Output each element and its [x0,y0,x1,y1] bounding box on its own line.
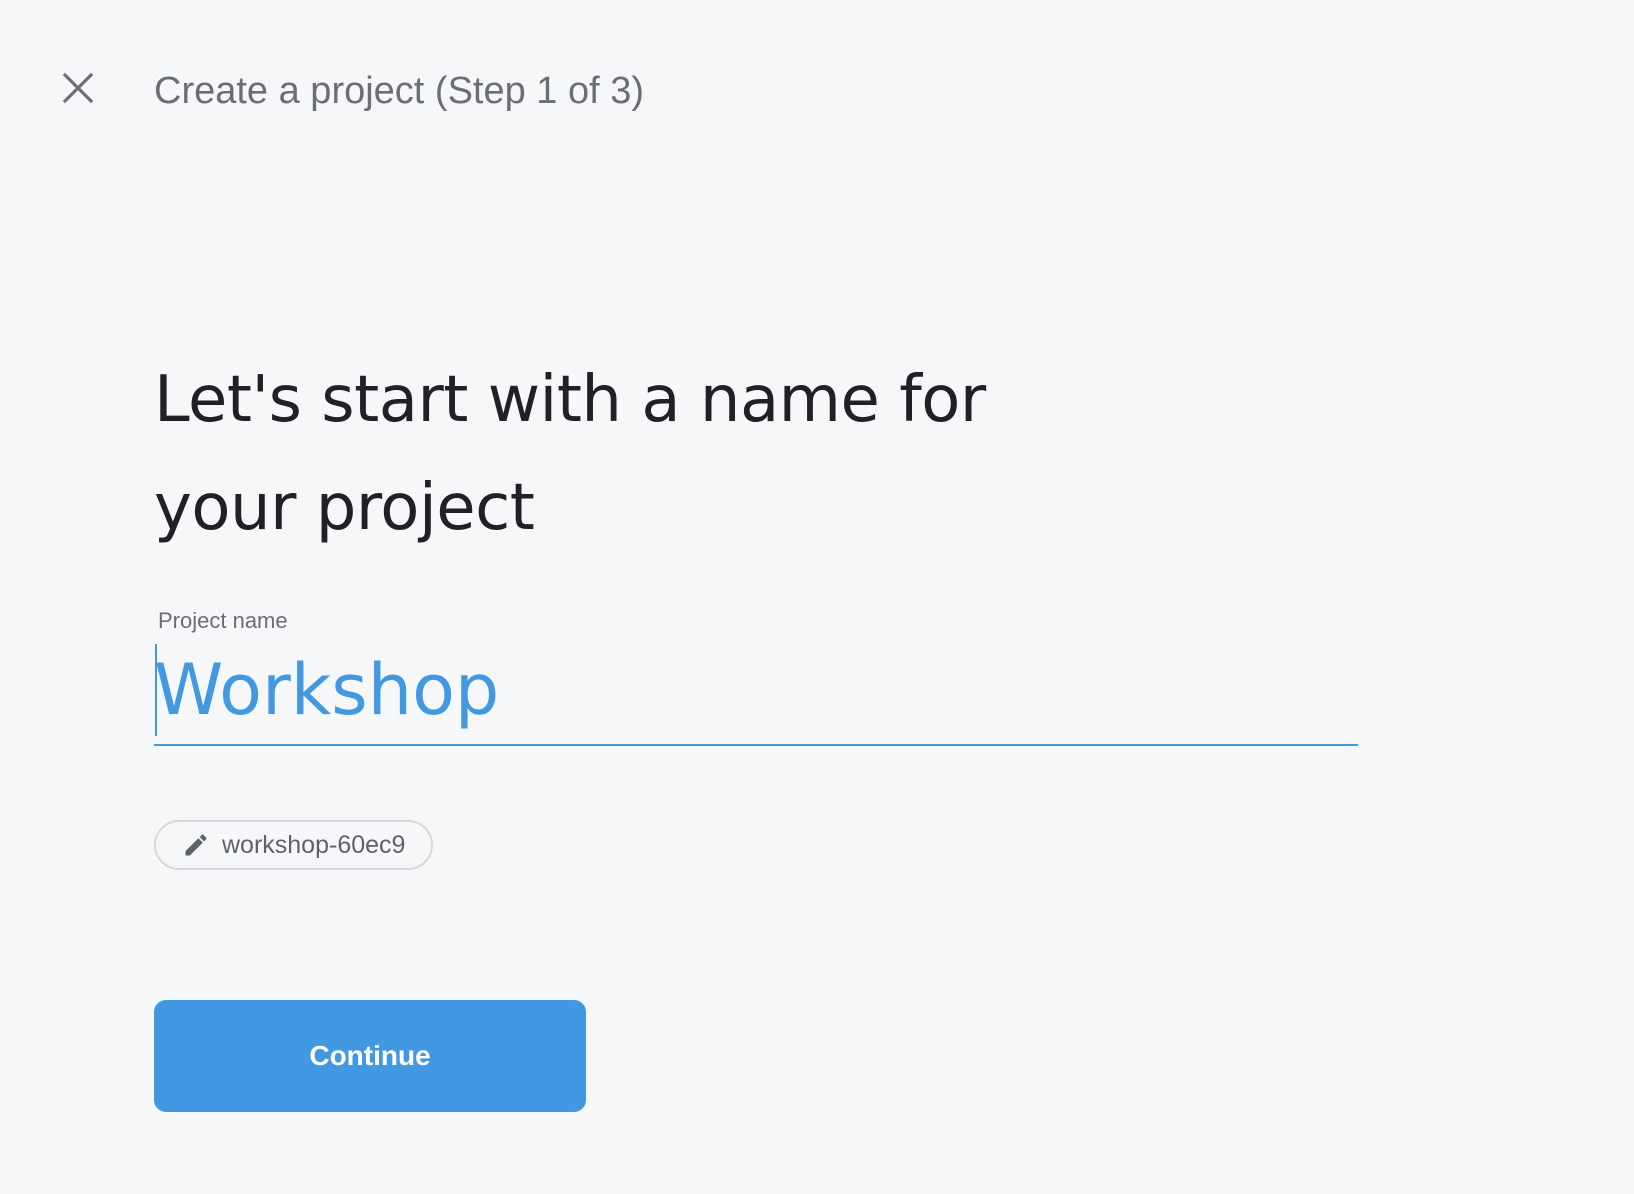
close-button[interactable] [56,66,100,110]
project-id-label: workshop-60ec9 [222,830,406,859]
heading-line-2: your project [154,471,535,545]
heading-line-1: Let's start with a name for [154,363,986,437]
page-title: Create a project (Step 1 of 3) [154,70,645,112]
project-name-label: Project name [158,608,288,633]
main-heading: Let's start with a name for your project [154,346,1074,562]
project-id-chip[interactable]: workshop-60ec9 [154,820,434,870]
project-name-input[interactable] [154,636,1358,746]
close-icon [62,72,94,104]
pencil-icon [185,834,207,856]
text-cursor [155,644,157,736]
continue-button[interactable]: Continue [154,1000,586,1112]
